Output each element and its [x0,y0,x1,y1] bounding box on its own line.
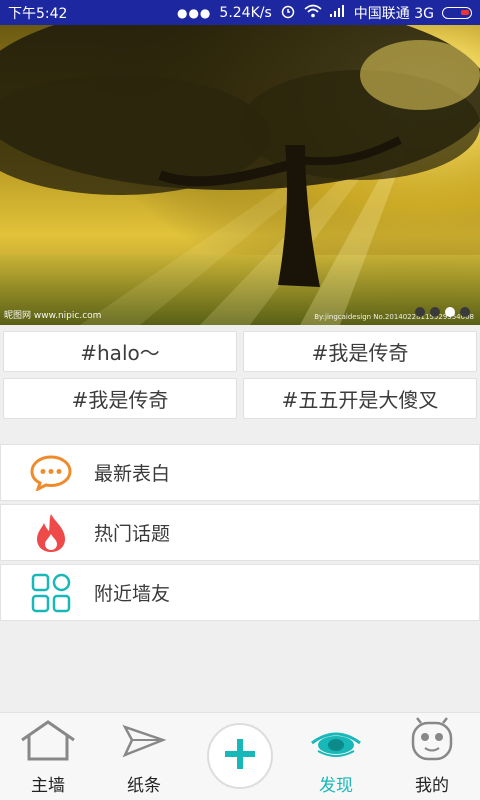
plus-icon [223,737,257,775]
carousel-dot-active[interactable] [445,307,455,317]
add-post-wrap [192,713,288,800]
status-time: 下午5:42 [8,5,68,22]
watermark-left: 昵图网 www.nipic.com [4,311,102,321]
banner-carousel[interactable]: 昵图网 www.nipic.com By:jingcaidesign No.20… [0,25,480,325]
house-icon [19,719,77,765]
add-post-button[interactable] [207,722,273,789]
menu-item-latest-confessions[interactable]: 最新表白 [0,444,480,501]
topic-tag[interactable]: #五五开是大傻叉 [243,378,477,419]
menu-label: 附近墙友 [94,583,171,605]
menu-item-hot-topics[interactable]: 热门话题 [0,504,480,561]
nav-mine[interactable]: 我的 [384,713,480,800]
status-bar: 下午5:42 ●●● 5.24K/s 中国联通 3G [0,0,480,25]
topic-tag[interactable]: #我是传奇 [3,378,237,419]
carrier-label: 中国联通 3G [353,5,434,22]
menu-label: 最新表白 [94,463,171,485]
nav-label: 主墙 [31,776,65,796]
menu-label: 热门话题 [94,523,171,545]
paper-plane-icon [122,719,167,765]
banner-tree-image [0,25,480,325]
topic-tags: #halo～ #我是传奇 #我是传奇 #五五开是大傻叉 [0,325,480,425]
battery-icon [442,6,472,19]
wifi-icon [304,4,322,22]
status-right: ●●● 5.24K/s 中国联通 3G [177,3,472,23]
nav-notes[interactable]: 纸条 [96,713,192,800]
bottom-nav: 主墙 纸条 发现 我的 [0,712,480,800]
topic-tag[interactable]: #我是传奇 [243,331,477,372]
nav-label: 纸条 [127,776,161,796]
carousel-dot[interactable] [460,307,470,317]
discover-menu: 最新表白 热门话题 附近墙友 [0,444,480,624]
flame-icon [21,512,81,554]
face-icon [409,717,455,765]
nav-discover[interactable]: 发现 [288,713,384,800]
carousel-dot[interactable] [415,307,425,317]
signal-icon [329,4,346,21]
tag-row: #我是传奇 #五五开是大傻叉 [3,378,477,419]
alarm-icon [280,3,296,23]
nav-label: 发现 [319,776,353,796]
grid-icon [21,573,81,613]
nav-label: 我的 [415,776,449,796]
menu-item-nearby-friends[interactable]: 附近墙友 [0,564,480,621]
nav-main-wall[interactable]: 主墙 [0,713,96,800]
chat-bubble-icon [21,454,81,491]
carousel-indicators [415,307,470,317]
topic-tag[interactable]: #halo～ [3,331,237,372]
carousel-dot[interactable] [430,307,440,317]
notification-dots-icon: ●●● [176,5,212,20]
network-speed: 5.24K/s [219,4,272,21]
tag-row: #halo～ #我是传奇 [3,331,477,372]
eye-icon [310,721,362,765]
